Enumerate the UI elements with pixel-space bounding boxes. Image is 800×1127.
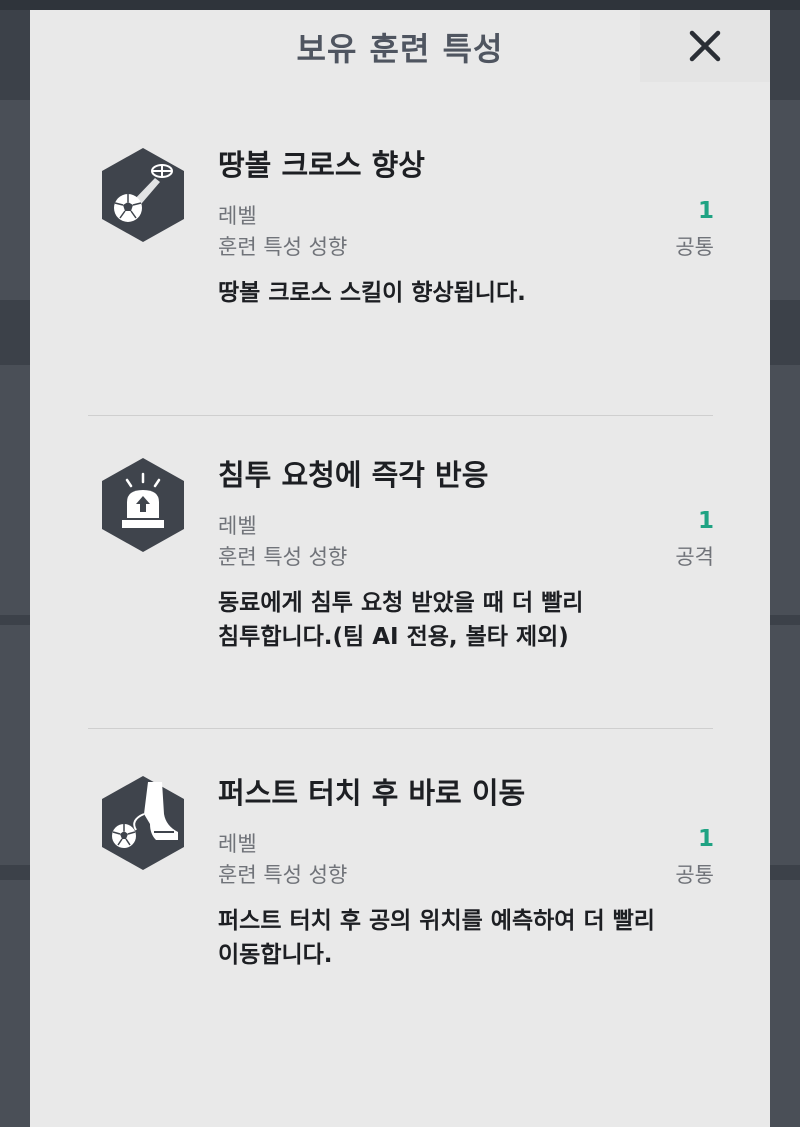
level-value: 1: [697, 826, 714, 852]
trait-name: 땅볼 크로스 향상: [218, 148, 425, 182]
training-traits-modal: 보유 훈련 특성 땅볼 크로스 향상 레벨 1 훈련 특성 성향 공통 땅볼 크…: [30, 10, 770, 1127]
modal-header: 보유 훈련 특성: [30, 10, 770, 82]
level-label: 레벨: [218, 204, 257, 228]
trait-description: 땅볼 크로스 스킬이 향상됩니다.: [218, 276, 718, 310]
background-top-bar: [0, 0, 800, 10]
close-icon: [689, 30, 721, 62]
alarm-siren-icon: [102, 458, 184, 552]
level-label: 레벨: [218, 514, 257, 538]
tendency-label: 훈련 특성 성향: [218, 545, 348, 569]
tendency-label: 훈련 특성 성향: [218, 235, 348, 259]
trait-name: 퍼스트 터치 후 바로 이동: [218, 776, 526, 810]
trait-description: 동료에게 침투 요청 받았을 때 더 빨리 침투합니다.(팀 AI 전용, 볼타…: [218, 586, 718, 654]
divider: [88, 728, 713, 729]
description-line: 땅볼 크로스 스킬이 향상됩니다.: [218, 280, 526, 306]
description-line: 동료에게 침투 요청 받았을 때 더 빨리: [218, 590, 584, 616]
ground-cross-icon: [102, 148, 184, 242]
divider: [88, 415, 713, 416]
description-line: 이동합니다.: [218, 942, 333, 968]
description-line: 퍼스트 터치 후 공의 위치를 예측하여 더 빨리: [218, 908, 655, 934]
close-button[interactable]: [640, 10, 770, 82]
tendency-label: 훈련 특성 성향: [218, 863, 348, 887]
tendency-value: 공격: [675, 545, 714, 569]
first-touch-boot-icon: [102, 776, 184, 870]
tendency-value: 공통: [675, 235, 714, 259]
description-line: 침투합니다.(팀 AI 전용, 볼타 제외): [218, 624, 569, 650]
level-value: 1: [697, 198, 714, 224]
trait-description: 퍼스트 터치 후 공의 위치를 예측하여 더 빨리 이동합니다.: [218, 904, 718, 972]
level-value: 1: [697, 508, 714, 534]
trait-name: 침투 요청에 즉각 반응: [218, 458, 489, 492]
level-label: 레벨: [218, 832, 257, 856]
tendency-value: 공통: [675, 863, 714, 887]
